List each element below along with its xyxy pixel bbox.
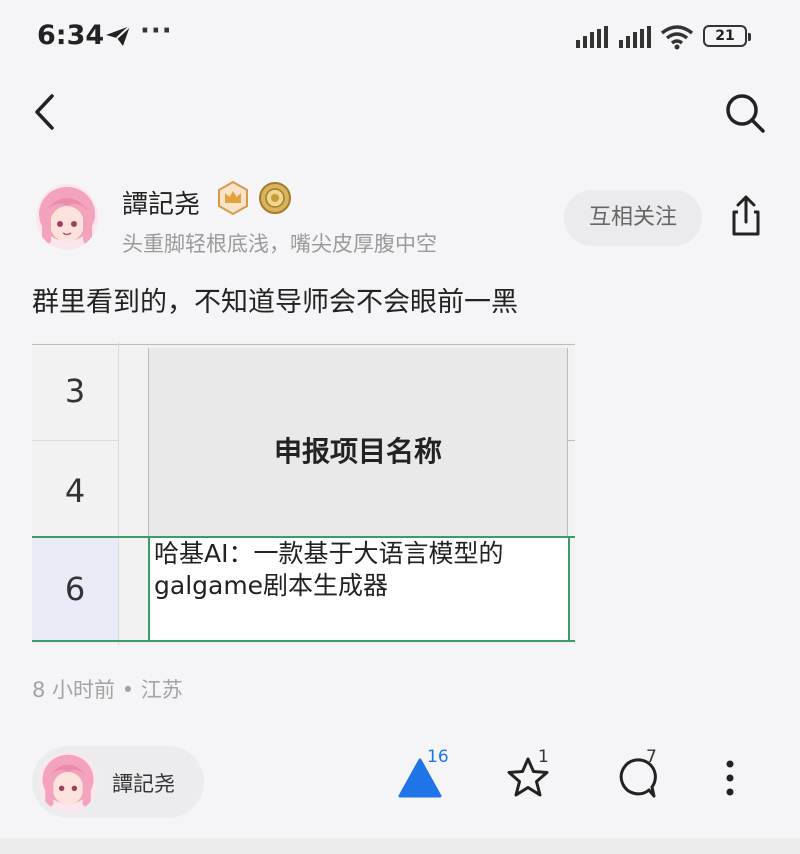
telegram-send-icon: [106, 25, 131, 46]
comment-count: 7: [646, 747, 657, 767]
crown-badge-icon: [218, 181, 248, 215]
row-number-selected: 6: [32, 538, 118, 640]
search-icon[interactable]: [722, 90, 768, 136]
more-vertical-icon[interactable]: [706, 754, 754, 802]
signal-icon: [619, 26, 651, 48]
battery-icon: 21: [703, 25, 751, 47]
follow-button[interactable]: 互相关注: [564, 190, 702, 246]
nav-bar: [0, 74, 800, 150]
post-text: 群里看到的，不知道导师会不会眼前一黑: [32, 287, 518, 318]
favorite-count: 1: [538, 747, 549, 767]
author-bio: 头重脚轻根底浅，嘴尖皮厚腹中空: [122, 232, 437, 256]
sheet-header-text: 申报项目名称: [273, 435, 442, 468]
cell-text-line: 哈基AI：一款基于大语言模型的: [154, 539, 504, 568]
row-number: 4: [64, 472, 86, 510]
selected-cell: 哈基AI：一款基于大语言模型的 galgame剧本生成器: [148, 536, 570, 642]
bottom-action-bar: 譚記尧 16 1 7: [0, 742, 800, 822]
status-time: 6:34: [37, 20, 105, 51]
sheet-grid-line: [32, 440, 118, 441]
author-chip[interactable]: 譚記尧: [32, 746, 204, 818]
row-number: 3: [64, 372, 86, 410]
post-image-spreadsheet[interactable]: 3 4 6 申报项目名称 哈基AI：一款基于大语言模型的 galgame剧本生成…: [32, 342, 575, 645]
author-name[interactable]: 譚記尧: [122, 184, 200, 221]
wifi-icon: [660, 25, 694, 50]
merged-header-cell: 申报项目名称: [148, 348, 568, 538]
avatar: [39, 752, 97, 812]
coin-badge-icon: [259, 182, 291, 214]
cell-text-line: galgame剧本生成器: [154, 571, 389, 600]
back-icon[interactable]: [28, 90, 64, 134]
status-more-dots: ···: [140, 16, 173, 46]
signal-icon: [576, 26, 608, 48]
like-count: 16: [427, 747, 449, 767]
author-row: 譚記尧 头重脚轻根底浅，嘴尖皮厚腹中空 互相关注: [0, 178, 800, 262]
cell-text: 哈基AI：一款基于大语言模型的 galgame剧本生成器: [154, 538, 503, 602]
post-meta: 8 小时前 • 江苏: [32, 678, 183, 702]
bottom-edge: [0, 838, 800, 854]
status-bar: 6:34 ··· 21: [0, 0, 800, 74]
share-icon[interactable]: [724, 194, 768, 238]
sheet-grid-line: [32, 344, 575, 345]
avatar[interactable]: [36, 184, 98, 250]
sheet-grid-line: [568, 440, 575, 441]
chip-author-name: 譚記尧: [112, 772, 175, 796]
